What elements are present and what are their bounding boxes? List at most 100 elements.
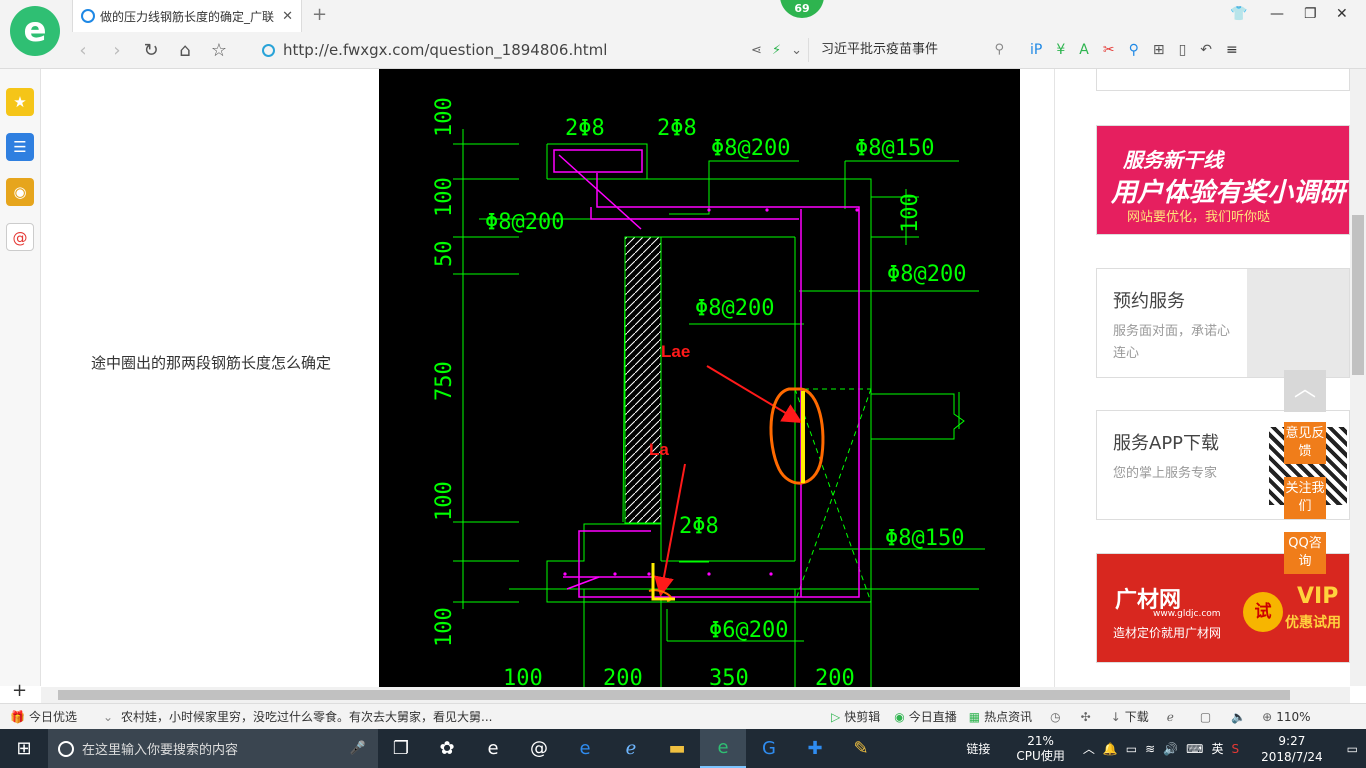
chevron-down-icon[interactable]: ⌄	[791, 43, 802, 58]
task-view-icon[interactable]: ❐	[378, 738, 424, 759]
back-to-top-button[interactable]: ︿	[1284, 370, 1326, 412]
zoom-level[interactable]: 110%	[1276, 710, 1310, 724]
cad-dim-left-6: 100	[432, 607, 457, 647]
new-tab-button[interactable]: +	[312, 4, 327, 25]
news-ticker[interactable]: 农村娃，小时候家里穷，没吃过什么零食。有次去大舅家，看见大舅...	[121, 708, 521, 725]
appointment-service-card[interactable]: 预约服务 服务面对面，承诺心连心	[1096, 268, 1350, 378]
search-icon[interactable]: ⚲	[994, 38, 1004, 62]
cad-label-2phi8-b: 2Φ8	[657, 116, 697, 141]
secure-globe-icon	[262, 43, 275, 57]
reading-list-icon[interactable]: ☰	[6, 133, 34, 161]
battery-icon[interactable]: ▭	[1126, 742, 1137, 756]
favorites-star-icon[interactable]: ★	[6, 88, 34, 116]
home-icon[interactable]: ⌂	[168, 40, 202, 61]
question-text: 途中圈出的那两段钢筋长度怎么确定	[91, 354, 332, 372]
horizontal-scroll-thumb[interactable]	[58, 690, 1290, 700]
plus-app-icon[interactable]: ✚	[792, 738, 838, 759]
banner1-line1: 服务新干线	[1123, 148, 1223, 172]
speed-icon[interactable]: ◷	[1050, 710, 1060, 724]
cad-dim-left-5: 100	[432, 481, 457, 521]
taskbar-search[interactable]: 在这里输入你要搜索的内容 🎤	[48, 729, 378, 768]
link-label[interactable]: 链接	[966, 740, 990, 757]
top-ad-fragment[interactable]	[1096, 69, 1350, 91]
service2-desc: 您的掌上服务专家	[1113, 466, 1218, 481]
url-text[interactable]: http://e.fwxgx.com/question_1894806.html	[283, 41, 741, 59]
g-app-icon[interactable]: G	[746, 738, 792, 759]
zoom-icon[interactable]: ⊕	[1262, 710, 1272, 724]
translate-icon[interactable]: A	[1079, 42, 1089, 58]
ime-indicator[interactable]: 英	[1211, 740, 1223, 757]
favorite-star-icon[interactable]: ☆	[202, 40, 236, 61]
chevron-up-icon[interactable]: ︿	[1083, 740, 1095, 757]
hot-news-link[interactable]: 热点资讯	[984, 708, 1032, 725]
menu-icon[interactable]: ≡	[1226, 42, 1238, 58]
tablet-icon[interactable]: ▯	[1179, 42, 1187, 58]
chevron-down-icon[interactable]: ⌄	[103, 710, 113, 724]
vertical-scrollbar[interactable]	[1350, 69, 1366, 686]
file-explorer-icon[interactable]: ▬	[654, 738, 700, 759]
close-window-icon[interactable]: ✕	[1336, 6, 1348, 22]
minimize-icon[interactable]: —	[1270, 6, 1284, 22]
handshake-image	[1247, 269, 1349, 377]
qq-consult-button[interactable]: QQ咨询	[1284, 532, 1326, 574]
address-bar[interactable]: http://e.fwxgx.com/question_1894806.html…	[262, 38, 802, 62]
ip-icon[interactable]: iP	[1030, 42, 1042, 58]
clock[interactable]: 9:27 2018/7/24	[1261, 733, 1323, 765]
edge-browser-icon[interactable]: e	[562, 738, 608, 759]
cortana-icon	[58, 740, 74, 757]
volume-icon[interactable]: 🔊	[1163, 742, 1178, 756]
browser-360-icon[interactable]: e	[700, 729, 746, 768]
cad-label-phi8-200-left: Φ8@200	[485, 210, 564, 235]
yuan-icon[interactable]: ¥	[1056, 42, 1065, 58]
banner1-line2: 用户体验有奖小调研	[1111, 178, 1346, 208]
edge-e-icon[interactable]: e	[470, 738, 516, 759]
magnifier-icon[interactable]: ⚲	[1129, 42, 1139, 58]
lightning-icon[interactable]: ⚡	[772, 43, 781, 58]
cad-annotation-la: La	[649, 440, 669, 459]
pin-icon[interactable]: ✣	[1081, 710, 1091, 724]
sogou-icon[interactable]: S	[1232, 742, 1240, 756]
share-icon[interactable]: ⋖	[751, 43, 762, 58]
wifi-icon[interactable]: ≋	[1145, 742, 1155, 756]
refresh-icon[interactable]: ↻	[134, 40, 168, 61]
email-at-icon[interactable]: @	[6, 223, 34, 251]
browser-logo-icon[interactable]: e	[10, 6, 60, 56]
windows-start-icon[interactable]: ⊞	[0, 738, 48, 759]
today-picks-label[interactable]: 今日优选	[29, 708, 77, 725]
live-icon: ◉	[894, 709, 905, 724]
download-link[interactable]: 下载	[1125, 708, 1149, 725]
cad-drawing-image: 2Φ8 2Φ8 Φ8@200 Φ8@150 Φ8@200 Φ8@200 Φ8@2…	[379, 69, 1020, 687]
spiral-app-icon[interactable]: @	[516, 738, 562, 759]
pinwheel-app-icon[interactable]: ✿	[424, 738, 470, 759]
forward-icon[interactable]: ›	[100, 40, 134, 61]
ie-browser-icon[interactable]: ℯ	[608, 738, 654, 759]
hot-search-text[interactable]: 习近平批示疫苗事件	[821, 38, 938, 62]
edge-ie-icon[interactable]: ℯ	[1167, 710, 1174, 724]
shirt-skin-icon[interactable]: 👕	[1230, 6, 1247, 22]
keyboard-icon[interactable]: ⌨	[1186, 742, 1203, 756]
window-icon[interactable]: ▢	[1200, 710, 1211, 724]
restore-icon[interactable]: ❐	[1304, 6, 1317, 22]
action-center-icon[interactable]: ▭	[1347, 742, 1358, 756]
today-live-link[interactable]: 今日直播	[909, 708, 957, 725]
follow-us-button[interactable]: 关注我们	[1284, 477, 1326, 519]
undo-icon[interactable]: ↶	[1200, 42, 1212, 58]
apps-icon[interactable]: ⊞	[1153, 42, 1165, 58]
tab-close-icon[interactable]: ✕	[282, 9, 293, 24]
back-icon[interactable]: ‹	[66, 40, 100, 61]
kuaijianji-link[interactable]: 快剪辑	[844, 708, 880, 725]
vertical-scroll-thumb[interactable]	[1352, 215, 1364, 375]
microphone-icon[interactable]: 🎤	[350, 741, 366, 756]
cpu-label: CPU使用	[1016, 748, 1065, 763]
tab-current[interactable]: 做的压力线钢筋长度的确定_广联 ✕	[72, 0, 302, 32]
sidebar-add-icon[interactable]: +	[12, 680, 27, 701]
feedback-button[interactable]: 意见反馈	[1284, 422, 1326, 464]
weibo-icon[interactable]: ◉	[6, 178, 34, 206]
notepad-app-icon[interactable]: ✎	[838, 738, 884, 759]
notification-bell-icon[interactable]: 🔔	[1103, 742, 1118, 756]
sound-icon[interactable]: 🔈	[1231, 710, 1246, 724]
scissors-icon[interactable]: ✂	[1103, 42, 1115, 58]
taskbar-search-placeholder[interactable]: 在这里输入你要搜索的内容	[82, 739, 238, 758]
search-box[interactable]: 习近平批示疫苗事件 ⚲	[808, 38, 1004, 62]
survey-banner[interactable]: 服务新干线 用户体验有奖小调研 网站要优化，我们听你哒	[1096, 125, 1350, 235]
